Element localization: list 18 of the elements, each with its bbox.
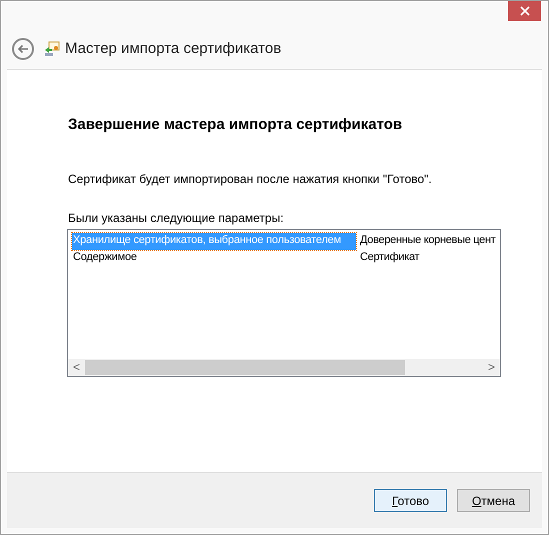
table-cell[interactable]: Содержимое	[72, 250, 356, 266]
horizontal-scrollbar[interactable]: < >	[68, 358, 500, 376]
scroll-right-arrow[interactable]: >	[483, 358, 500, 376]
close-button[interactable]	[508, 1, 541, 21]
back-button[interactable]	[12, 38, 34, 60]
back-arrow-icon	[17, 44, 29, 54]
table-cell[interactable]: Хранилище сертификатов, выбранное пользователем	[72, 232, 356, 250]
table-cell-text: Сертификат	[360, 250, 420, 264]
cancel-button[interactable]: Отмена	[457, 489, 530, 512]
description-text: Сертификат будет импортирован после нажатия кнопки "Готово".	[68, 170, 433, 188]
certificate-icon	[44, 41, 60, 57]
close-icon	[520, 6, 530, 16]
params-label: Были указаны следующие параметры:	[68, 210, 285, 226]
table-cell-text: Доверенные корневые цент	[360, 232, 496, 248]
finish-button[interactable]: Готово	[374, 489, 447, 512]
window-title: Мастер импорта сертификатов	[65, 38, 282, 59]
wizard-heading: Завершение мастера импорта сертификатов	[68, 115, 404, 135]
scroll-left-arrow[interactable]: <	[68, 358, 85, 376]
